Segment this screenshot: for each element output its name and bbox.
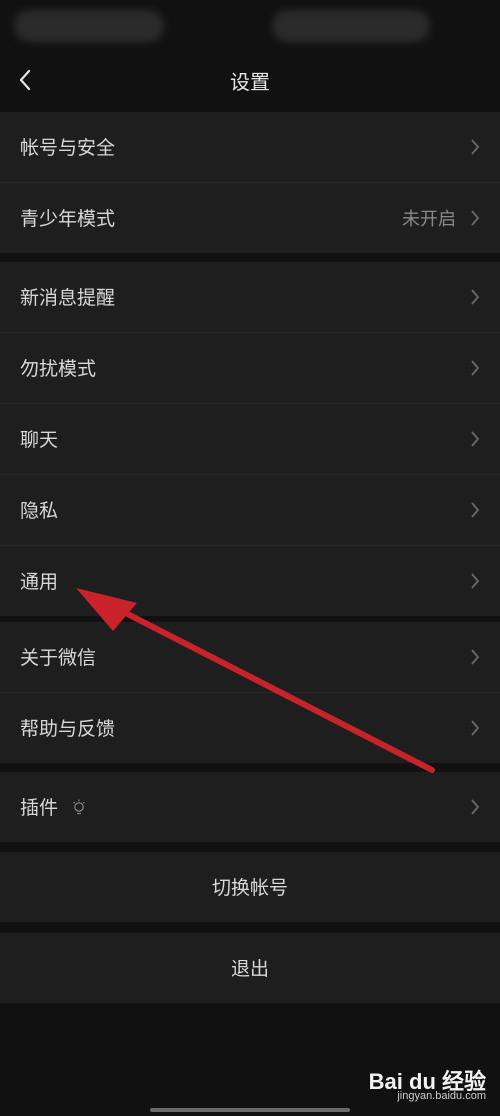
logout-button[interactable]: 退出 (0, 933, 500, 1003)
settings-item-label: 勿扰模式 (20, 358, 97, 380)
chevron-right-icon (471, 649, 480, 665)
settings-item-label: 帮助与反馈 (20, 718, 116, 740)
chevron-right-icon (471, 289, 480, 305)
switch-account-section: 切换帐号 (0, 852, 500, 922)
settings-item-privacy[interactable]: 隐私 (0, 475, 500, 546)
logout-section: 退出 (0, 933, 500, 1003)
settings-group-account: 帐号与安全 青少年模式 未开启 (0, 112, 500, 253)
switch-account-button[interactable]: 切换帐号 (0, 852, 500, 922)
status-bar (0, 0, 500, 52)
settings-item-account-security[interactable]: 帐号与安全 (0, 112, 500, 183)
chevron-right-icon (471, 139, 480, 155)
settings-item-plugins[interactable]: 插件 (0, 772, 500, 842)
settings-item-label: 新消息提醒 (20, 287, 116, 309)
settings-group-about: 关于微信 帮助与反馈 (0, 622, 500, 763)
chevron-right-icon (471, 210, 480, 226)
settings-item-notifications[interactable]: 新消息提醒 (0, 262, 500, 333)
chevron-right-icon (471, 573, 480, 589)
chevron-right-icon (471, 431, 480, 447)
settings-item-teen-mode[interactable]: 青少年模式 未开启 (0, 183, 500, 253)
settings-item-label: 帐号与安全 (20, 137, 116, 159)
logout-label: 退出 (230, 958, 269, 980)
home-indicator[interactable] (150, 1108, 350, 1112)
blurred-status-left (14, 10, 164, 42)
settings-group-plugins: 插件 (0, 772, 500, 842)
watermark-url: jingyan.baidu.com (397, 1090, 486, 1102)
settings-item-label: 隐私 (20, 500, 59, 522)
chevron-right-icon (471, 502, 480, 518)
teen-mode-status: 未开启 (402, 209, 456, 230)
lightbulb-icon (73, 799, 85, 815)
switch-account-label: 切换帐号 (211, 877, 288, 899)
settings-item-help-feedback[interactable]: 帮助与反馈 (0, 693, 500, 763)
settings-item-about-wechat[interactable]: 关于微信 (0, 622, 500, 693)
page-title: 设置 (230, 70, 270, 94)
settings-item-general[interactable]: 通用 (0, 546, 500, 616)
settings-item-do-not-disturb[interactable]: 勿扰模式 (0, 333, 500, 404)
settings-item-label: 关于微信 (20, 647, 97, 669)
settings-item-chat[interactable]: 聊天 (0, 404, 500, 475)
settings-item-label: 聊天 (20, 429, 59, 451)
settings-item-label: 通用 (20, 571, 59, 593)
chevron-right-icon (471, 360, 480, 376)
chevron-right-icon (471, 720, 480, 736)
nav-bar: 设置 (0, 52, 500, 108)
blurred-status-right (272, 10, 430, 42)
baidu-jingyan-watermark: Bai du 经验 jingyan.baidu.com (366, 1064, 486, 1108)
settings-group-general: 新消息提醒 勿扰模式 聊天 隐私 通用 (0, 262, 500, 616)
settings-item-label: 插件 (20, 797, 59, 819)
settings-item-label: 青少年模式 (20, 208, 116, 230)
chevron-right-icon (471, 799, 480, 815)
